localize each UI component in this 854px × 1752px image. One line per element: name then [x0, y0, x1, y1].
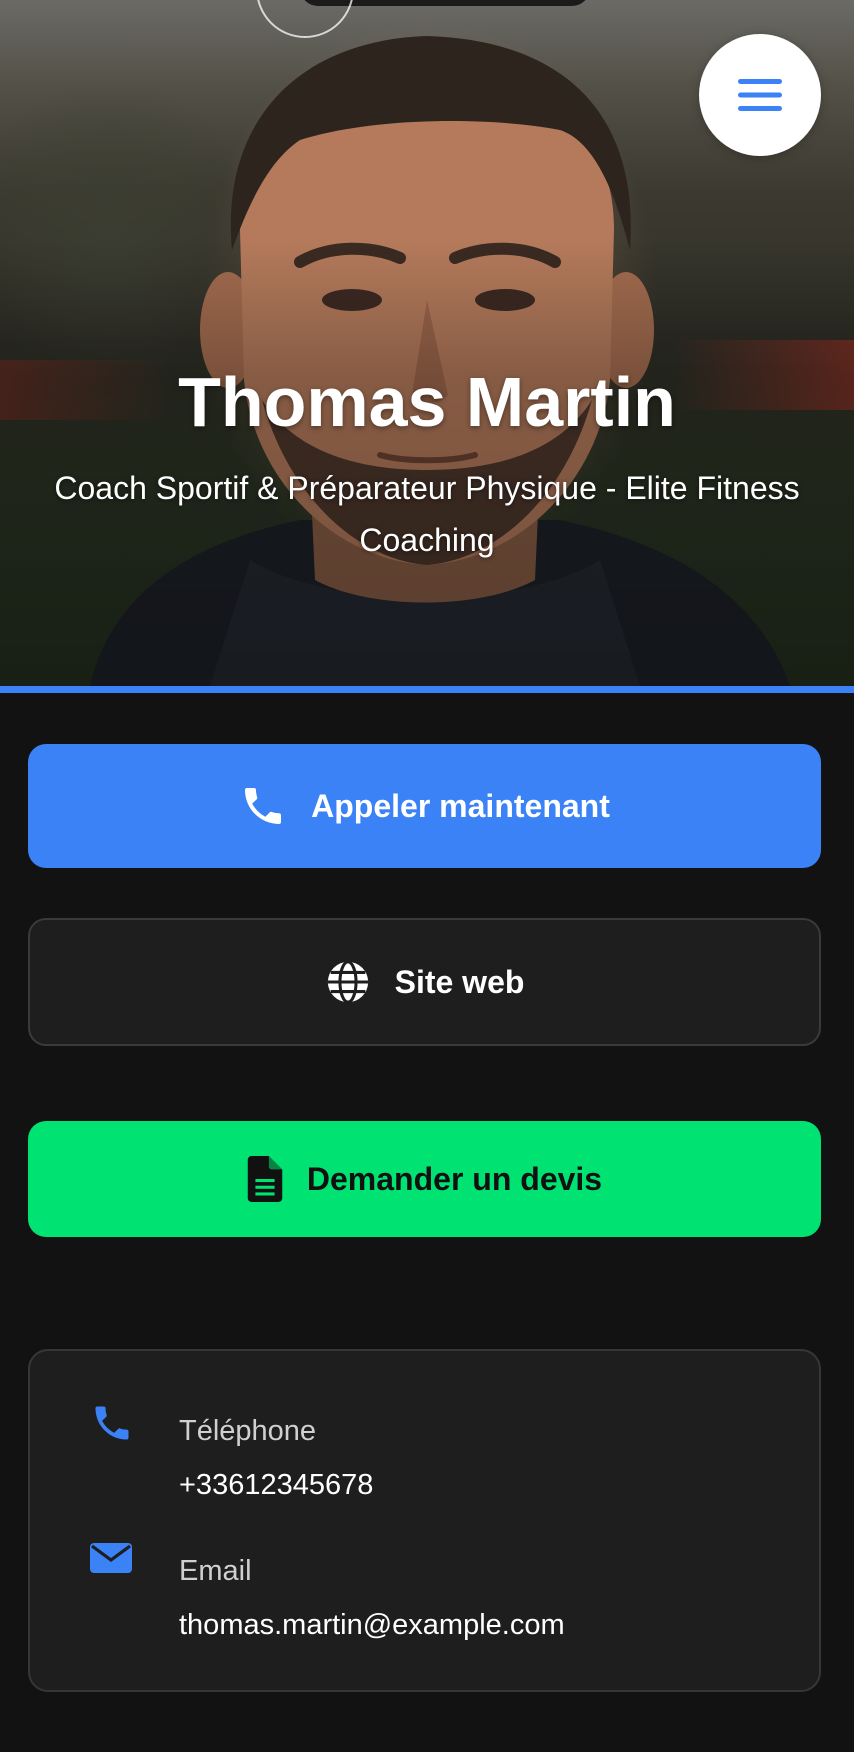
call-now-label: Appeler maintenant — [311, 787, 610, 824]
business-card-page: Thomas Martin Coach Sportif & Préparateu… — [0, 0, 854, 1752]
profile-name: Thomas Martin — [178, 363, 676, 441]
phone-icon — [239, 782, 287, 830]
call-now-button[interactable]: Appeler maintenant — [28, 744, 821, 868]
website-label: Site web — [394, 963, 525, 1000]
request-quote-button[interactable]: Demander un devis — [28, 1121, 821, 1237]
email-value[interactable]: thomas.martin@example.com — [179, 1609, 565, 1642]
request-quote-label: Demander un devis — [306, 1160, 603, 1197]
email-label: Email — [179, 1555, 252, 1587]
hero-accent-bar — [0, 686, 854, 693]
website-button[interactable]: Site web — [28, 918, 821, 1046]
contact-phone-row[interactable]: Téléphone +33612345678 — [30, 1401, 823, 1521]
envelope-icon — [90, 1541, 132, 1580]
globe-icon — [325, 959, 371, 1005]
hamburger-menu-icon — [738, 79, 782, 111]
contact-card: Téléphone +33612345678 Email thomas.mart… — [28, 1349, 821, 1692]
contact-email-row[interactable]: Email thomas.martin@example.com — [30, 1541, 823, 1661]
document-icon — [247, 1156, 283, 1202]
profile-subtitle: Coach Sportif & Préparateur Physique - E… — [54, 470, 800, 558]
phone-value[interactable]: +33612345678 — [179, 1469, 373, 1502]
menu-button[interactable] — [699, 34, 821, 156]
phone-label: Téléphone — [179, 1415, 317, 1447]
phone-icon — [90, 1401, 134, 1450]
